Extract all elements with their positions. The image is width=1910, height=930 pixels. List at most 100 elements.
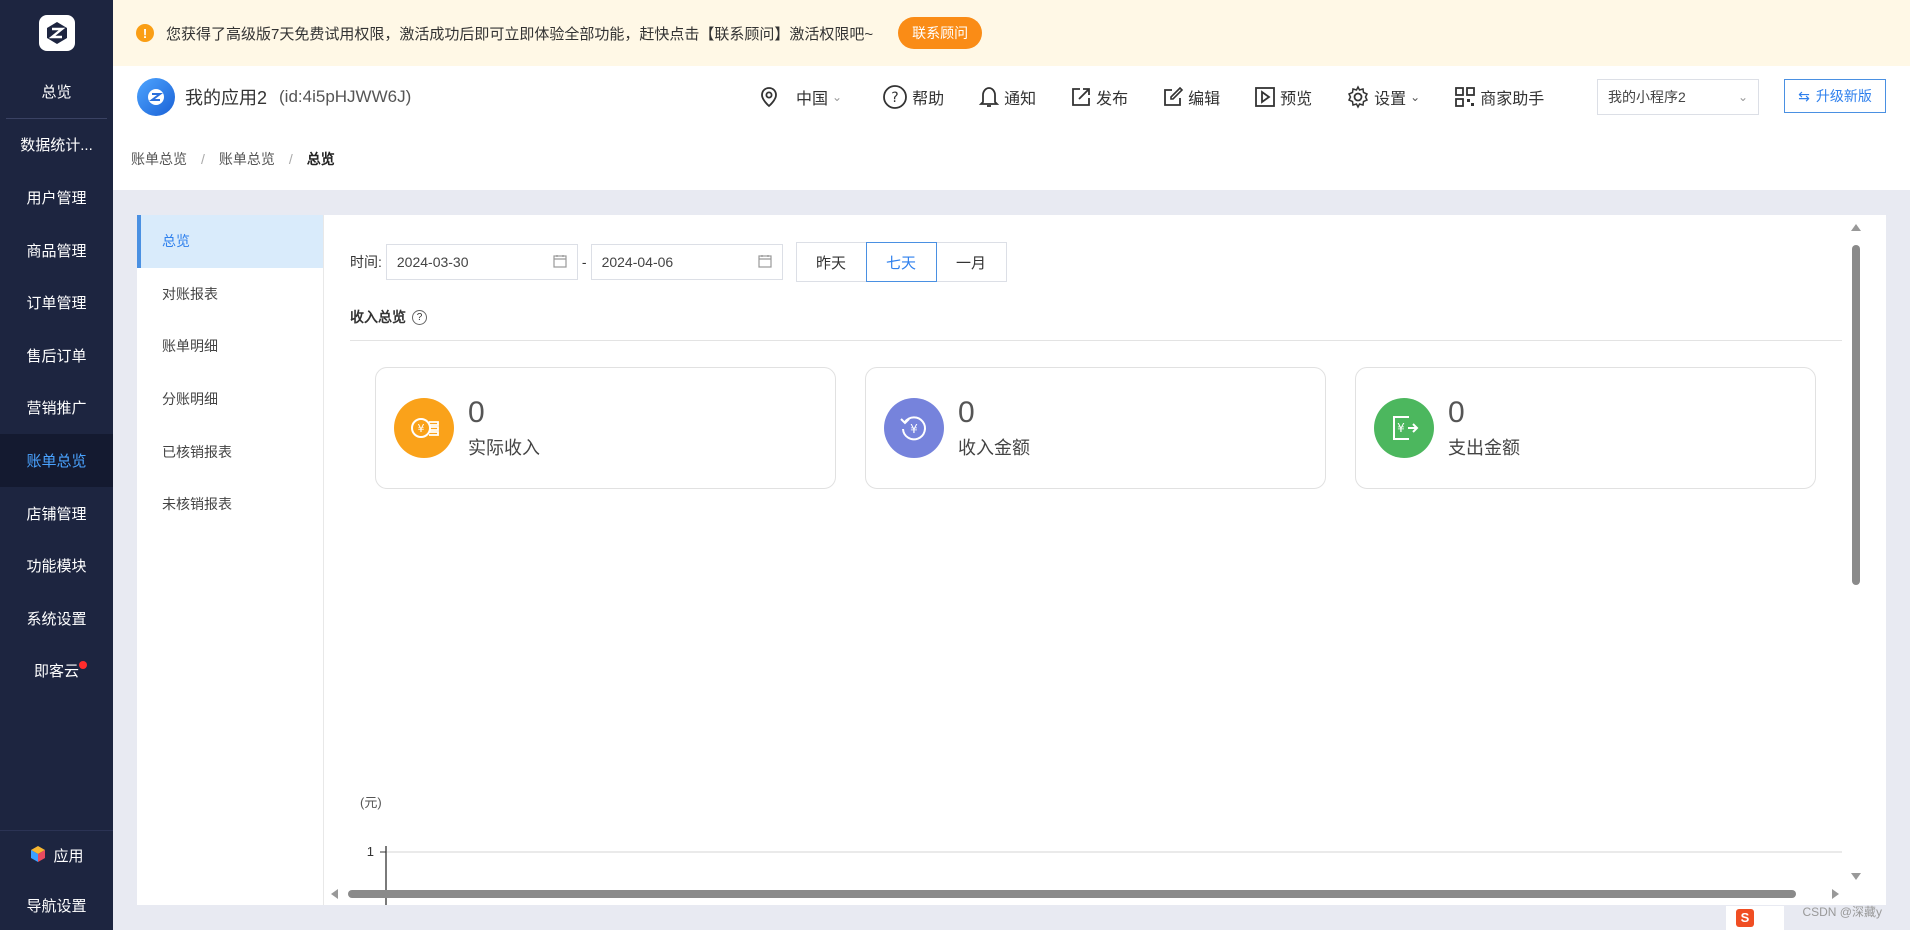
sidebar-item-system-settings[interactable]: 系统设置 — [0, 592, 113, 645]
nav-settings-button[interactable]: 导航设置 — [0, 880, 113, 930]
summary-cards: ¥ 0 实际收入 ¥ 0 收入金额 ¥ 0 支出金额 — [375, 367, 1816, 489]
svg-text:?: ? — [891, 90, 898, 106]
sidebar-item-jike-cloud[interactable]: 即客云 — [0, 645, 113, 698]
edit-label: 编辑 — [1188, 91, 1221, 108]
location-pin-icon — [758, 86, 780, 108]
scroll-left-arrow[interactable] — [331, 889, 338, 899]
horizontal-scrollbar[interactable] — [324, 883, 1866, 905]
settings-label: 设置 — [1374, 91, 1407, 108]
contact-advisor-button[interactable]: 联系顾问 — [898, 17, 983, 49]
sidebar-item-marketing[interactable]: 营销推广 — [0, 382, 113, 435]
breadcrumb-separator: / — [201, 151, 205, 167]
sidebar-item-overview[interactable]: 总览 — [6, 66, 107, 119]
external-link-icon — [1070, 86, 1092, 108]
expense-yen-icon: ¥ — [1374, 398, 1434, 458]
date-filter: 时间: 2024-03-30 - 2024-04-06 昨天 七天 一月 — [350, 242, 1007, 282]
range-button-group: 昨天 七天 一月 — [795, 242, 1007, 282]
upgrade-label: 升级新版 — [1815, 88, 1872, 104]
mini-program-select[interactable]: 我的小程序2 ⌄ — [1597, 79, 1759, 115]
preview-button[interactable]: 预览 — [1254, 85, 1312, 109]
vertical-scrollbar[interactable] — [1846, 215, 1866, 905]
sidebar-item-users[interactable]: 用户管理 — [0, 171, 113, 224]
horizontal-scroll-thumb[interactable] — [348, 890, 1796, 898]
question-icon[interactable]: ? — [412, 309, 427, 325]
sidebar-item-label: 功能模块 — [26, 558, 87, 576]
notification-button[interactable]: 通知 — [978, 85, 1036, 109]
subnav-item-label: 未核销报表 — [162, 496, 232, 513]
expense-amount-label: 支出金额 — [1448, 438, 1520, 458]
main-panel: 总览 对账报表 账单明细 分账明细 已核销报表 未核销报表 时间: 2024-0… — [137, 215, 1886, 905]
mini-program-select-value: 我的小程序2 — [1608, 89, 1686, 105]
ime-toolbar[interactable]: S — [1726, 906, 1784, 930]
actual-income-card: ¥ 0 实际收入 — [375, 367, 836, 489]
section-title-label: 收入总览 — [350, 309, 406, 325]
play-icon — [1254, 86, 1276, 108]
sidebar-item-products[interactable]: 商品管理 — [0, 224, 113, 277]
billing-subnav: 总览 对账报表 账单明细 分账明细 已核销报表 未核销报表 — [137, 215, 324, 905]
scroll-right-arrow[interactable] — [1832, 889, 1839, 899]
edit-button[interactable]: 编辑 — [1162, 85, 1220, 109]
subnav-item-split-details[interactable]: 分账明细 — [137, 373, 323, 426]
start-date-value: 2024-03-30 — [396, 254, 469, 270]
range-seven-days-button[interactable]: 七天 — [865, 242, 937, 282]
sidebar-item-orders[interactable]: 订单管理 — [0, 276, 113, 329]
calendar-icon — [553, 254, 567, 271]
sidebar-item-modules[interactable]: 功能模块 — [0, 539, 113, 592]
range-one-month-button[interactable]: 一月 — [935, 242, 1007, 282]
vertical-scroll-thumb[interactable] — [1852, 245, 1860, 585]
sidebar-item-store[interactable]: 店铺管理 — [0, 487, 113, 540]
location-label: 中国 — [796, 91, 829, 108]
help-button[interactable]: ? 帮助 — [882, 84, 944, 110]
range-yesterday-button[interactable]: 昨天 — [795, 242, 867, 282]
app-avatar — [137, 78, 175, 116]
chevron-down-icon: ⌄ — [1737, 90, 1748, 104]
sidebar-item-after-sales[interactable]: 售后订单 — [0, 329, 113, 382]
breadcrumb-link[interactable]: 账单总览 — [219, 149, 275, 169]
subnav-item-label: 已核销报表 — [162, 443, 232, 460]
subnav-item-reconciliation[interactable]: 对账报表 — [137, 268, 323, 321]
sidebar-item-label: 即客云 — [33, 663, 79, 681]
coins-icon: ¥ — [394, 398, 454, 458]
start-date-input[interactable]: 2024-03-30 — [385, 244, 578, 280]
gear-icon — [1346, 85, 1370, 109]
publish-button[interactable]: 发布 — [1070, 85, 1128, 109]
refund-yen-icon: ¥ — [884, 398, 944, 458]
apps-button[interactable]: 应用 — [0, 830, 113, 880]
expense-amount-card: ¥ 0 支出金额 — [1355, 367, 1816, 489]
chart-y-unit-label: (元) — [360, 795, 382, 810]
breadcrumb-link[interactable]: 账单总览 — [131, 149, 187, 169]
date-filter-label: 时间: — [350, 254, 382, 270]
end-date-value: 2024-04-06 — [601, 254, 674, 270]
main-sidebar: 总览 数据统计... 用户管理 商品管理 订单管理 售后订单 营销推广 账单总览… — [0, 0, 113, 930]
sidebar-item-label: 营销推广 — [26, 400, 87, 418]
sidebar-item-label: 售后订单 — [26, 347, 87, 365]
sidebar-item-label: 用户管理 — [26, 189, 87, 207]
subnav-item-bill-details[interactable]: 账单明细 — [137, 320, 323, 373]
scroll-down-arrow[interactable] — [1851, 873, 1861, 880]
breadcrumb-separator: / — [288, 151, 293, 167]
scroll-up-arrow[interactable] — [1851, 224, 1861, 231]
warning-icon: ! — [136, 24, 154, 42]
subnav-item-unverified-report[interactable]: 未核销报表 — [137, 478, 323, 531]
app-id: (id:4i5pHJWW6J) — [279, 87, 412, 106]
svg-text:¥: ¥ — [1397, 421, 1405, 435]
help-icon: ? — [882, 84, 908, 110]
location-selector[interactable]: 中国 ⌄ — [758, 85, 842, 109]
notice-text: 您获得了高级版7天免费试用权限，激活成功后即可立即体验全部功能，赶快点击【联系顾… — [166, 25, 874, 43]
upgrade-button[interactable]: ⇆ 升级新版 — [1784, 79, 1886, 113]
end-date-input[interactable]: 2024-04-06 — [590, 244, 783, 280]
nav-settings-label: 导航设置 — [26, 897, 87, 915]
sidebar-item-label: 数据统计... — [20, 137, 93, 155]
brand-logo[interactable] — [0, 0, 113, 66]
subnav-item-verified-report[interactable]: 已核销报表 — [137, 425, 323, 478]
sidebar-item-billing[interactable]: 账单总览 — [0, 434, 113, 487]
sidebar-item-data-stats[interactable]: 数据统计... — [0, 119, 113, 172]
settings-menu[interactable]: 设置 ⌄ — [1346, 85, 1420, 109]
merchant-assistant-button[interactable]: 商家助手 — [1454, 85, 1544, 109]
sidebar-item-label: 订单管理 — [26, 295, 87, 313]
subnav-item-overview[interactable]: 总览 — [137, 215, 323, 268]
cube-icon — [29, 845, 47, 867]
subnav-item-label: 账单明细 — [162, 338, 218, 355]
breadcrumb: 账单总览 / 账单总览 / 总览 — [113, 128, 1910, 190]
help-label: 帮助 — [912, 91, 945, 108]
